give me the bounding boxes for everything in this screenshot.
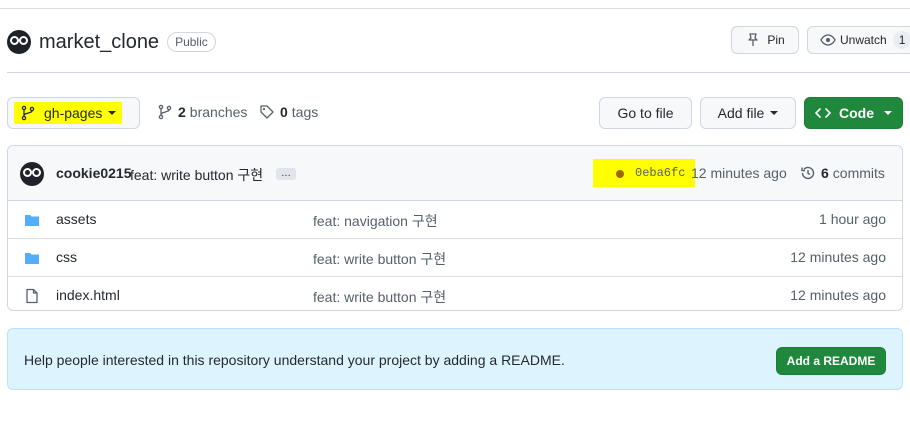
add-file-button[interactable]: Add file xyxy=(700,97,796,129)
file-commit-time: 12 minutes ago xyxy=(790,249,886,265)
file-commit-time: 12 minutes ago xyxy=(790,287,886,303)
chevron-down-icon xyxy=(108,111,117,115)
tags-link[interactable]: 0 tags xyxy=(259,104,318,120)
pin-icon xyxy=(748,33,758,46)
file-icon xyxy=(26,288,38,304)
branches-label: branches xyxy=(189,104,248,120)
commits-history-link[interactable]: 6 commits xyxy=(800,165,885,181)
code-label: Code xyxy=(839,105,874,121)
file-browser: cookie0215 feat: write button 구현 … 0eba6… xyxy=(7,145,903,311)
unwatch-label: Unwatch xyxy=(840,33,887,47)
tags-label: tags xyxy=(291,104,319,120)
git-branch-icon xyxy=(21,105,35,121)
branch-selector[interactable]: gh-pages xyxy=(7,97,140,129)
readme-prompt-text: Help people interested in this repositor… xyxy=(24,352,565,368)
history-icon xyxy=(801,166,815,180)
repo-header: market_clone Public xyxy=(7,28,216,56)
chevron-down-icon xyxy=(884,111,892,115)
commit-sha[interactable]: 0eba6fc xyxy=(635,166,685,180)
file-row[interactable]: css feat: write button 구현 12 minutes ago xyxy=(8,239,902,277)
expand-commit-button[interactable]: … xyxy=(276,168,296,180)
pin-label: Pin xyxy=(767,33,785,47)
unwatch-button[interactable]: Unwatch 1 xyxy=(807,26,910,54)
branch-name: gh-pages xyxy=(44,105,103,121)
file-name[interactable]: css xyxy=(56,249,77,265)
readme-banner: Help people interested in this repositor… xyxy=(7,328,903,390)
watch-counter: 1 xyxy=(892,31,910,49)
top-divider xyxy=(0,8,910,9)
file-row[interactable]: assets feat: navigation 구현 1 hour ago xyxy=(8,201,902,239)
chevron-down-icon xyxy=(770,111,779,115)
branches-count: 2 xyxy=(178,104,186,120)
file-name[interactable]: assets xyxy=(56,211,96,227)
commits-label: commits xyxy=(832,165,885,181)
commit-author[interactable]: cookie0215 xyxy=(56,165,132,181)
add-file-label: Add file xyxy=(717,105,765,121)
file-commit-message[interactable]: feat: navigation 구현 xyxy=(313,211,438,231)
file-name[interactable]: index.html xyxy=(56,287,120,303)
branch-highlight: gh-pages xyxy=(14,102,123,124)
folder-icon xyxy=(25,215,39,226)
folder-icon xyxy=(25,253,39,264)
latest-commit-bar: cookie0215 feat: write button 구현 … 0eba6… xyxy=(8,146,902,201)
file-row[interactable]: index.html feat: write button 구현 12 minu… xyxy=(8,277,902,310)
owner-avatar[interactable] xyxy=(7,30,31,54)
repo-name[interactable]: market_clone xyxy=(39,31,159,54)
file-commit-time: 1 hour ago xyxy=(819,211,886,227)
file-commit-message[interactable]: feat: write button 구현 xyxy=(313,287,446,307)
add-readme-button[interactable]: Add a README xyxy=(776,347,886,375)
pin-button[interactable]: Pin xyxy=(731,26,799,54)
code-button[interactable]: Code xyxy=(804,97,903,129)
tags-count: 0 xyxy=(280,104,288,120)
tag-icon xyxy=(260,105,274,119)
git-branch-icon xyxy=(158,104,172,120)
commit-time: 12 minutes ago xyxy=(691,165,787,181)
status-dot-icon[interactable] xyxy=(616,170,624,178)
commit-message[interactable]: feat: write button 구현 xyxy=(130,165,263,185)
eye-icon xyxy=(820,34,836,46)
file-commit-message[interactable]: feat: write button 구현 xyxy=(313,249,446,269)
commits-count: 6 xyxy=(821,165,829,181)
header-divider xyxy=(7,72,910,73)
visibility-badge: Public xyxy=(167,32,216,52)
go-to-file-button[interactable]: Go to file xyxy=(599,97,692,129)
author-avatar[interactable] xyxy=(20,162,44,186)
branches-link[interactable]: 2 branches xyxy=(157,104,247,120)
code-icon xyxy=(815,108,831,118)
